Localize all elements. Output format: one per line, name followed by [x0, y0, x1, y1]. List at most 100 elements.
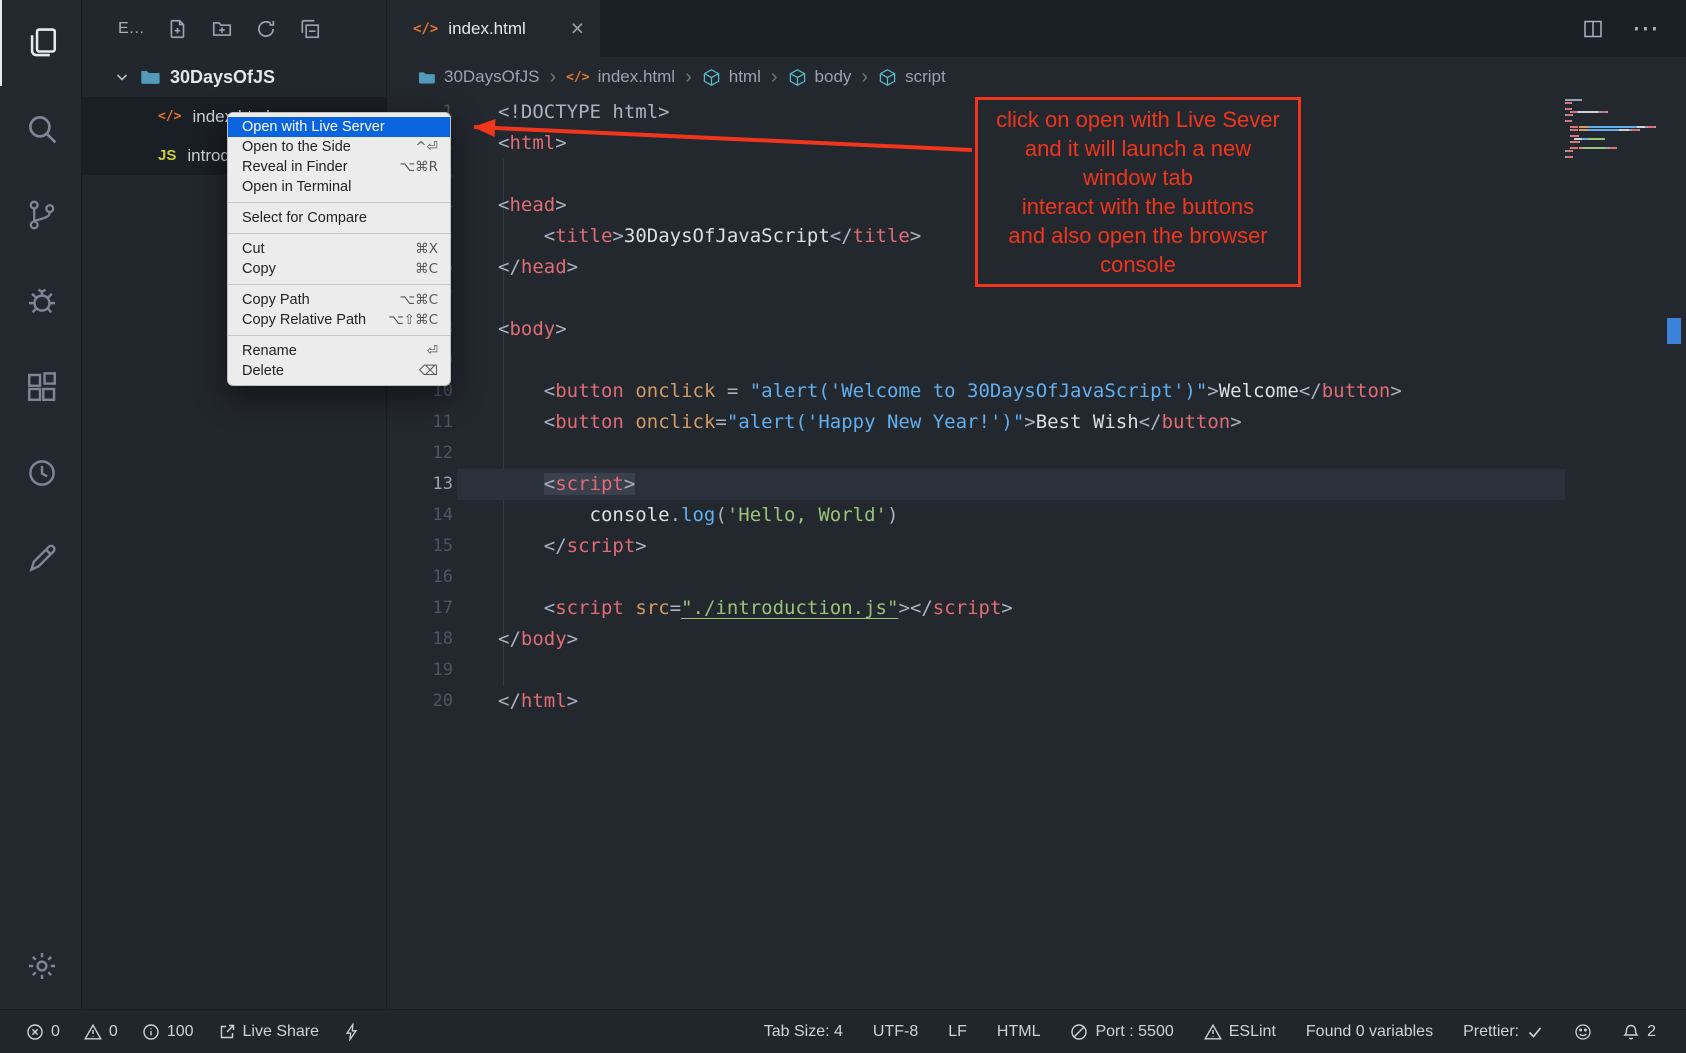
status-live-share[interactable]: Live Share [218, 1023, 320, 1041]
breadcrumb-item-body[interactable]: body [788, 67, 852, 87]
breadcrumb-label: index.html [598, 67, 675, 87]
menu-item-label: Reveal in Finder [242, 157, 348, 177]
js-file-icon: JS [158, 147, 176, 164]
line-number: 19 [387, 655, 453, 686]
menu-copy-relative-path[interactable]: Copy Relative Path⌥⇧⌘C [228, 310, 450, 330]
status-live-server-port[interactable]: Port : 5500 [1070, 1023, 1173, 1041]
menu-separator [228, 284, 450, 285]
line-number: 15 [387, 531, 453, 562]
new-file-button[interactable] [167, 18, 189, 40]
annotation-text-line: and it will launch a new [982, 134, 1294, 163]
code-line-8[interactable]: 8<body> [387, 314, 1686, 345]
menu-item-label: Open to the Side [242, 137, 351, 157]
check-icon [1526, 1023, 1544, 1041]
collapse-all-button[interactable] [299, 18, 321, 40]
code-line-20[interactable]: 20</html> [387, 686, 1686, 717]
explorer-title: E… [118, 20, 145, 38]
code-line-7[interactable]: 7 [387, 283, 1686, 314]
breadcrumb-item-30daysofjs[interactable]: 30DaysOfJS [417, 67, 539, 87]
status-notifications[interactable]: 2 [1622, 1023, 1656, 1041]
menu-reveal-in-finder[interactable]: Reveal in Finder⌥⌘R [228, 157, 450, 177]
line-content: </body> [498, 624, 578, 655]
breadcrumb-separator: › [767, 66, 782, 89]
menu-cut[interactable]: Cut⌘X [228, 239, 450, 259]
activity-live-share-button[interactable] [0, 430, 81, 516]
code-line-10[interactable]: 10 <button onclick = "alert('Welcome to … [387, 376, 1686, 407]
html-file-icon: </> [413, 21, 438, 37]
menu-item-label: Copy Path [242, 290, 310, 310]
code-line-18[interactable]: 18</body> [387, 624, 1686, 655]
new-folder-button[interactable] [211, 18, 233, 40]
menu-item-label: Copy Relative Path [242, 310, 366, 330]
menu-item-shortcut: ^⏎ [415, 137, 438, 157]
refresh-button[interactable] [255, 18, 277, 40]
activity-edit-tools-button[interactable] [0, 516, 81, 602]
code-line-14[interactable]: 14 console.log('Hello, World') [387, 500, 1686, 531]
status-problems-errors[interactable]: 0 [26, 1023, 60, 1041]
status-eslint[interactable]: ESLint [1204, 1023, 1276, 1041]
code-line-11[interactable]: 11 <button onclick="alert('Happy New Yea… [387, 407, 1686, 438]
status-feedback[interactable] [1574, 1023, 1592, 1041]
line-number: 12 [387, 438, 453, 469]
line-content: </script> [498, 531, 647, 562]
code-line-9[interactable]: 9 [387, 345, 1686, 376]
more-actions-icon[interactable]: ⋯ [1632, 13, 1660, 44]
status-encoding[interactable]: UTF-8 [873, 1023, 918, 1041]
menu-item-shortcut: ⏎ [427, 341, 438, 361]
code-line-13[interactable]: 13 <script> [387, 469, 1686, 500]
status-eol[interactable]: LF [948, 1023, 967, 1041]
status-tab-size[interactable]: Tab Size: 4 [764, 1023, 843, 1041]
status-problems-warnings[interactable]: 0 [84, 1023, 118, 1041]
status-encoding-text: UTF-8 [873, 1023, 918, 1041]
status-problems-info-text: 100 [167, 1023, 194, 1041]
menu-rename[interactable]: Rename⏎ [228, 341, 450, 361]
code-line-17[interactable]: 17 <script src="./introduction.js"></scr… [387, 593, 1686, 624]
status-quick-run[interactable] [343, 1023, 361, 1041]
tab-index-html[interactable]: </> index.html × [387, 0, 600, 57]
debug-icon [25, 284, 59, 318]
menu-open-in-terminal[interactable]: Open in Terminal [228, 177, 450, 197]
menu-open-to-the-side[interactable]: Open to the Side ^⏎ [228, 137, 450, 157]
split-editor-icon[interactable] [1582, 18, 1604, 40]
activity-run-debug-button[interactable] [0, 258, 81, 344]
settings-button[interactable] [0, 923, 81, 1009]
menu-copy[interactable]: Copy⌘C [228, 259, 450, 279]
activity-extensions-button[interactable] [0, 344, 81, 430]
activity-search-button[interactable] [0, 86, 81, 172]
line-content: <button onclick="alert('Happy New Year!'… [498, 407, 1242, 438]
files-icon [25, 26, 59, 60]
close-icon[interactable]: × [571, 17, 584, 40]
code-line-16[interactable]: 16 [387, 562, 1686, 593]
line-content: <script src="./introduction.js"></script… [498, 593, 1013, 624]
menu-item-label: Copy [242, 259, 276, 279]
status-problems-info[interactable]: 100 [142, 1023, 194, 1041]
overview-ruler-marker [1667, 318, 1681, 344]
activity-source-control-button[interactable] [0, 172, 81, 258]
breadcrumb-item-html[interactable]: html [702, 67, 761, 87]
status-found-variables[interactable]: Found 0 variables [1306, 1023, 1433, 1041]
annotation-box: click on open with Live Severand it will… [975, 97, 1301, 287]
line-content: <head> [498, 190, 567, 221]
line-content: </head> [498, 252, 578, 283]
menu-open-with-live-server[interactable]: Open with Live Server [228, 117, 450, 137]
menu-delete[interactable]: Delete⌫ [228, 361, 450, 381]
code-line-15[interactable]: 15 </script> [387, 531, 1686, 562]
activity-explorer-button[interactable] [0, 0, 81, 86]
folder-root-row[interactable]: 30DaysOfJS [82, 57, 386, 97]
minimap[interactable] [1565, 99, 1675, 159]
status-language-mode[interactable]: HTML [997, 1023, 1041, 1041]
code-line-19[interactable]: 19 [387, 655, 1686, 686]
menu-item-shortcut: ⌘X [415, 239, 438, 259]
gear-icon [25, 949, 59, 983]
tab-bar: </> index.html × ⋯ [387, 0, 1686, 57]
menu-copy-path[interactable]: Copy Path⌥⌘C [228, 290, 450, 310]
code-line-12[interactable]: 12 [387, 438, 1686, 469]
breadcrumb-item-index-html[interactable]: </>index.html [566, 67, 675, 87]
menu-select-for-compare[interactable]: Select for Compare [228, 208, 450, 228]
menu-separator [228, 202, 450, 203]
status-live-server-port-text: Port : 5500 [1095, 1023, 1173, 1041]
annotation-text-line: window tab [982, 163, 1294, 192]
breadcrumb-item-script[interactable]: script [878, 67, 946, 87]
status-prettier[interactable]: Prettier: [1463, 1023, 1544, 1041]
status-prettier-text: Prettier: [1463, 1023, 1519, 1041]
